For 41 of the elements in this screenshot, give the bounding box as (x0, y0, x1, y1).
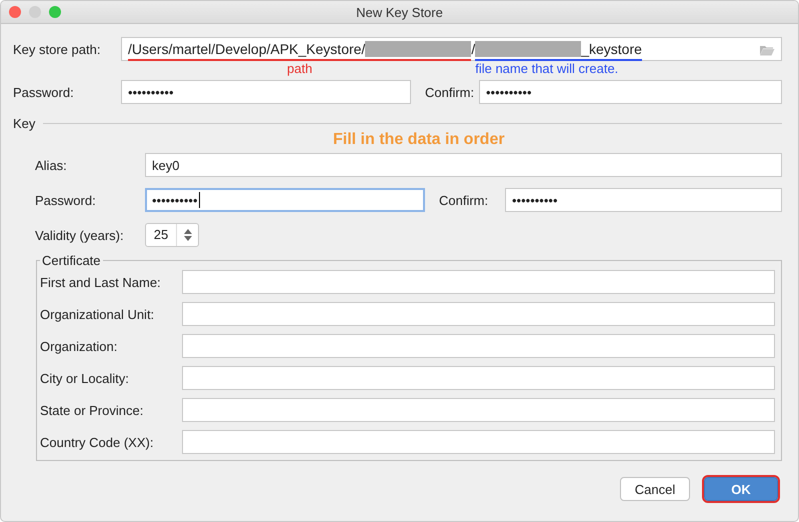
password-field[interactable]: •••••••••• (505, 188, 782, 212)
field-label: Alias: (34, 158, 68, 172)
input-field[interactable] (182, 430, 775, 454)
close-button[interactable] (9, 6, 21, 18)
alias-field[interactable]: key0 (145, 153, 782, 177)
field-label: Key store path: (13, 42, 102, 56)
group-title: Certificate (41, 253, 102, 268)
password-field[interactable]: •••••••••• (479, 80, 782, 104)
input-field[interactable] (182, 302, 775, 326)
cancel-button[interactable]: Cancel (620, 477, 690, 501)
folder-icon[interactable] (759, 44, 775, 56)
annotation-label: file name that will create. (475, 62, 618, 76)
stepper-arrows-icon[interactable] (183, 228, 193, 242)
section-label: Key (13, 116, 36, 130)
field-label: State or Province: (40, 402, 144, 418)
field-label: Country Code (XX): (40, 434, 154, 450)
field-label: Organization: (40, 338, 118, 354)
input-field[interactable] (182, 398, 775, 422)
field-label: Password: (13, 84, 75, 100)
annotation-label: path (287, 62, 312, 76)
field-label: Password: (34, 192, 97, 208)
path-text: /Users/martel/Develop/APK_Keystore/ (128, 41, 366, 57)
window-title: New Key Store (356, 4, 443, 20)
password-field[interactable]: •••••••••• (145, 188, 425, 212)
instruction-text: Fill in the data in order (332, 131, 506, 149)
path-text: / (471, 41, 476, 57)
input-field[interactable] (182, 366, 775, 390)
field-label: Organizational Unit: (40, 306, 156, 322)
field-label: Confirm: (438, 192, 490, 208)
minimize-button[interactable] (29, 6, 41, 18)
input-field[interactable] (182, 334, 775, 358)
input-field[interactable] (182, 270, 775, 294)
field-label: Validity (years): (34, 228, 125, 242)
zoom-button[interactable] (49, 6, 61, 18)
path-text: _keystore (581, 41, 642, 57)
password-field[interactable]: •••••••••• (121, 80, 411, 104)
field-label: City or Locality: (40, 370, 130, 386)
validity-spinner[interactable]: 25 (145, 223, 199, 247)
field-label: First and Last Name: (40, 274, 162, 290)
ok-button[interactable]: OK (704, 477, 778, 501)
field-label: Confirm: (424, 84, 476, 100)
